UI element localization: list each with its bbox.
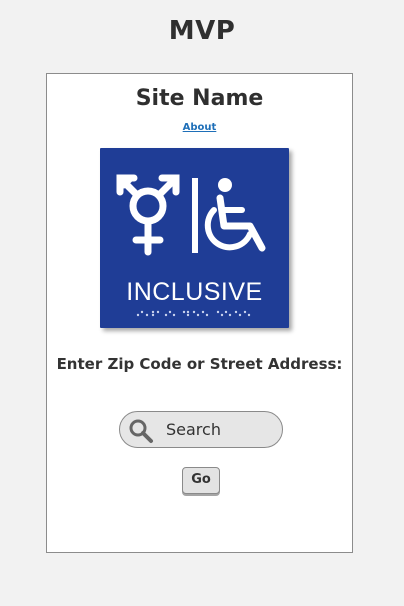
site-name: Site Name xyxy=(135,86,264,111)
divider-icon xyxy=(192,178,198,253)
go-button[interactable]: Go xyxy=(182,467,220,494)
address-prompt-label: Enter Zip Code or Street Address: xyxy=(56,355,343,373)
mobile-frame: Site Name About INCLUSIVE Enter Zip Code… xyxy=(46,73,353,553)
page-title: MVP xyxy=(168,16,236,46)
sign-label: INCLUSIVE xyxy=(126,278,263,306)
all-gender-symbol-icon xyxy=(116,174,180,256)
search-icon xyxy=(129,419,153,443)
wheelchair-icon xyxy=(204,178,266,252)
inclusive-restroom-sign: INCLUSIVE xyxy=(100,148,289,328)
search-placeholder: Search xyxy=(166,420,221,439)
braille-dots-icon xyxy=(136,310,251,317)
search-input[interactable]: Search xyxy=(119,411,283,448)
about-link[interactable]: About xyxy=(47,122,352,133)
